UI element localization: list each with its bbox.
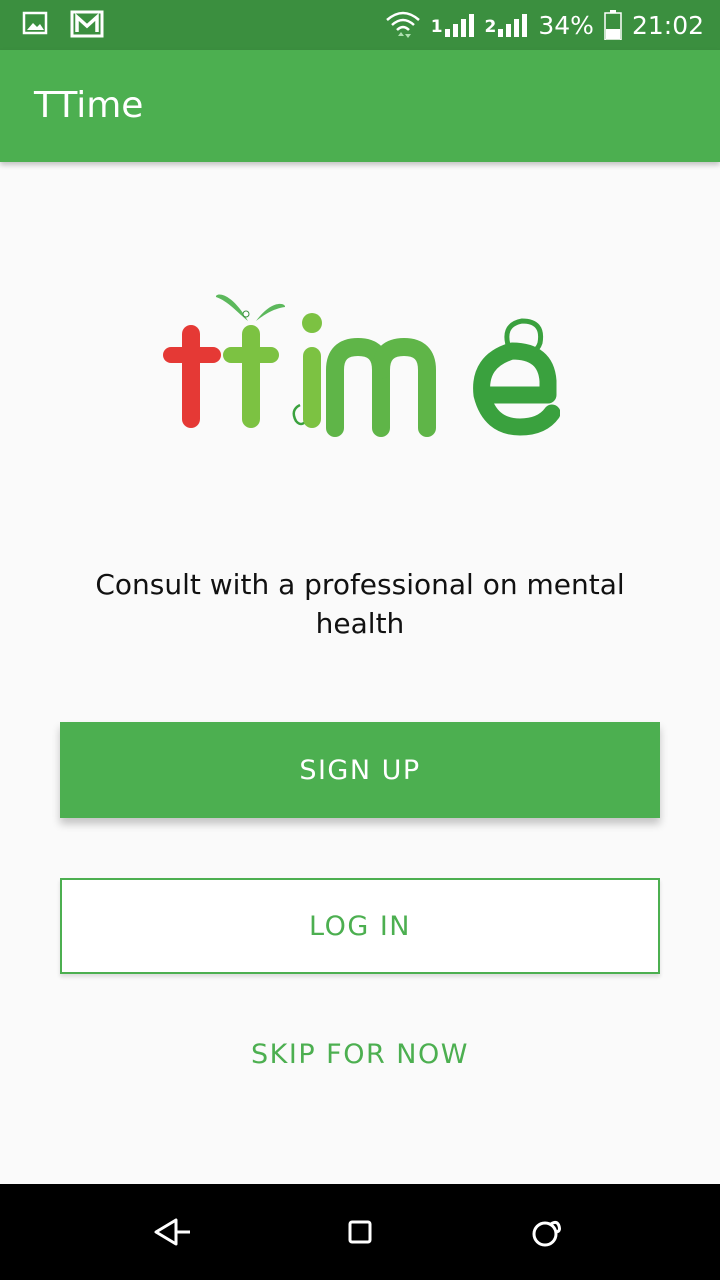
image-notification-icon xyxy=(22,10,48,42)
app-bar: TTime xyxy=(0,50,720,162)
gmail-icon xyxy=(70,10,104,42)
back-icon[interactable] xyxy=(152,1212,192,1252)
tagline: Consult with a professional on mental he… xyxy=(95,568,625,640)
log-in-button[interactable]: LOG IN xyxy=(60,878,660,974)
skip-for-now-button[interactable]: SKIP FOR NOW xyxy=(160,1024,560,1084)
clock: 21:02 xyxy=(631,10,704,40)
signal-sim2-icon: 2 xyxy=(485,13,529,37)
status-bar: 1 2 34% 21:02 xyxy=(0,0,720,50)
signal-sim1-icon: 1 xyxy=(431,13,475,37)
sim2-label: 2 xyxy=(484,17,497,37)
navigation-bar xyxy=(0,1184,720,1280)
home-icon[interactable] xyxy=(340,1212,380,1252)
ttime-logo xyxy=(160,285,561,445)
app-title: TTime xyxy=(34,85,144,126)
recents-icon[interactable] xyxy=(527,1212,567,1252)
sign-up-button[interactable]: SIGN UP xyxy=(60,722,660,818)
wifi-icon xyxy=(385,8,421,42)
battery-icon xyxy=(604,10,622,40)
sim1-label: 1 xyxy=(430,17,443,37)
battery-percent: 34% xyxy=(538,10,594,40)
